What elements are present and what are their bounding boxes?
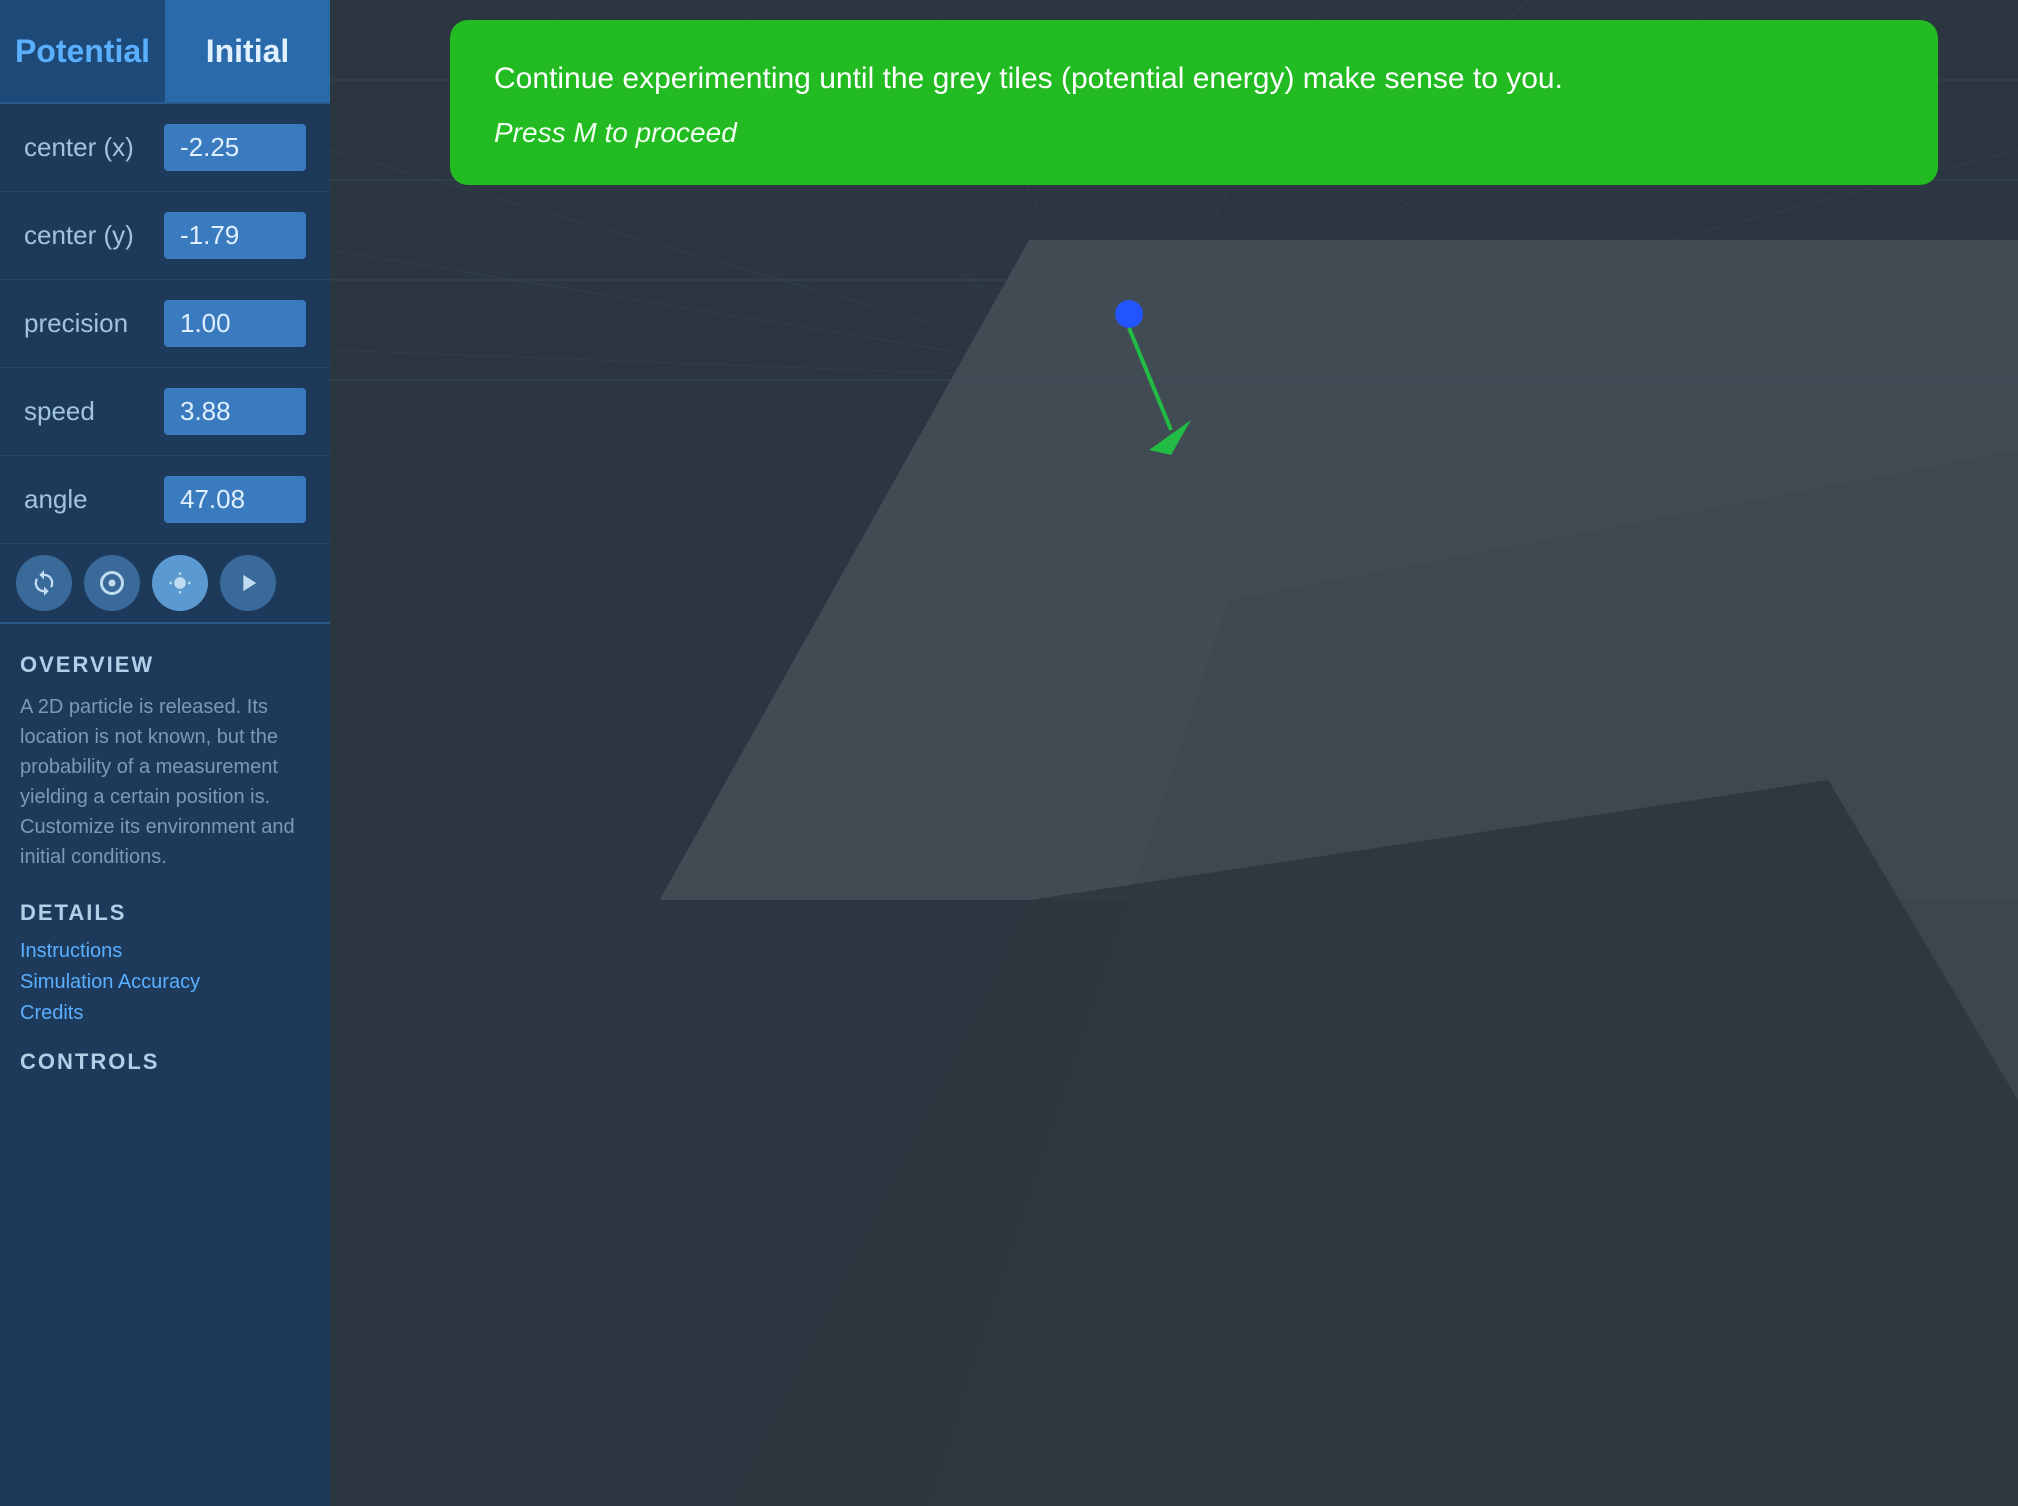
play-icon	[234, 569, 262, 597]
particle-dot	[1115, 300, 1143, 328]
info-panel: OVERVIEW A 2D particle is released. Its …	[0, 624, 330, 1506]
param-value-2[interactable]: 1.00	[164, 300, 306, 347]
reset-icon	[98, 569, 126, 597]
param-row-3: speed3.88	[0, 368, 330, 456]
details-links: Instructions Simulation Accuracy Credits	[20, 940, 310, 1025]
tab-bar: Potential Initial	[0, 0, 330, 104]
param-row-1: center (y)-1.79	[0, 192, 330, 280]
param-value-4[interactable]: 47.08	[164, 476, 306, 523]
details-heading: DETAILS	[20, 900, 310, 926]
param-row-4: angle47.08	[0, 456, 330, 544]
main-view: Continue experimenting until the grey ti…	[330, 0, 2018, 1506]
param-label-3: speed	[24, 396, 164, 427]
details-link-1[interactable]: Simulation Accuracy	[20, 971, 310, 994]
param-row-2: precision1.00	[0, 280, 330, 368]
notification-press: Press M to proceed	[494, 117, 1894, 149]
tab-initial[interactable]: Initial	[165, 0, 330, 102]
control-bar	[0, 544, 330, 624]
param-label-1: center (y)	[24, 220, 164, 251]
param-value-3[interactable]: 3.88	[164, 388, 306, 435]
param-label-2: precision	[24, 308, 164, 339]
loop-icon	[30, 569, 58, 597]
param-value-1[interactable]: -1.79	[164, 212, 306, 259]
edit-icon	[166, 569, 194, 597]
details-link-2[interactable]: Credits	[20, 1002, 310, 1025]
scene-canvas	[330, 0, 2018, 1506]
params-container: center (x)-2.25center (y)-1.79precision1…	[0, 104, 330, 544]
notification-box: Continue experimenting until the grey ti…	[450, 20, 1938, 185]
controls-heading: CONTROLS	[20, 1049, 310, 1075]
notification-text: Continue experimenting until the grey ti…	[494, 56, 1894, 101]
tab-potential[interactable]: Potential	[0, 0, 165, 102]
param-row-0: center (x)-2.25	[0, 104, 330, 192]
overview-text: A 2D particle is released. Its location …	[20, 692, 310, 872]
overview-heading: OVERVIEW	[20, 652, 310, 678]
loop-button[interactable]	[16, 555, 72, 611]
param-value-0[interactable]: -2.25	[164, 124, 306, 171]
edit-button[interactable]	[152, 555, 208, 611]
play-button[interactable]	[220, 555, 276, 611]
details-link-0[interactable]: Instructions	[20, 940, 310, 963]
param-label-0: center (x)	[24, 132, 164, 163]
reset-button[interactable]	[84, 555, 140, 611]
param-label-4: angle	[24, 484, 164, 515]
left-panel: Potential Initial center (x)-2.25center …	[0, 0, 330, 1506]
